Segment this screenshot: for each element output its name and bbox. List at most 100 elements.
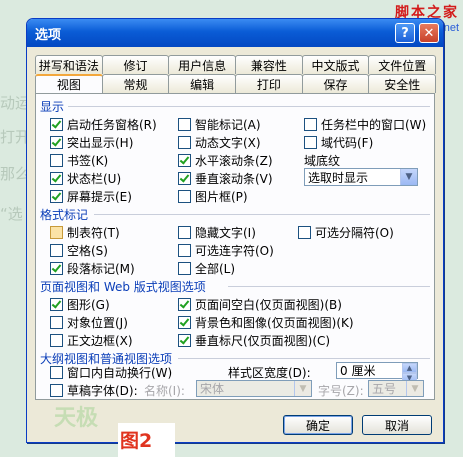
checkbox-label: 正文边框(X) bbox=[67, 334, 133, 348]
checkbox-box[interactable] bbox=[50, 172, 63, 185]
checkbox-label: 书签(K) bbox=[67, 154, 109, 168]
checkbox-label: 智能标记(A) bbox=[195, 118, 261, 132]
checkbox-picture-placeholders[interactable]: 图片框(P) bbox=[178, 188, 248, 205]
checkbox-box[interactable] bbox=[50, 136, 63, 149]
style-area-width-value: 0 厘米 bbox=[340, 364, 376, 378]
checkbox-box[interactable] bbox=[50, 118, 63, 131]
checkbox-box[interactable] bbox=[298, 226, 311, 239]
checkbox-horizontal-scrollbar[interactable]: 水平滚动条(Z) bbox=[178, 152, 273, 169]
checkbox-box[interactable] bbox=[178, 136, 191, 149]
checkbox-box[interactable] bbox=[178, 154, 191, 167]
chevron-down-icon[interactable]: ▼ bbox=[294, 381, 311, 396]
checkbox-windows-in-taskbar[interactable]: 任务栏中的窗口(W) bbox=[304, 116, 426, 133]
tab-general[interactable]: 常规 bbox=[101, 74, 170, 93]
font-size-select[interactable]: 五号 ▼ bbox=[368, 380, 424, 397]
checkbox-optional-hyphens[interactable]: 可选连字符(O) bbox=[178, 242, 274, 259]
ok-button[interactable]: 确定 bbox=[283, 415, 353, 435]
checkbox-box[interactable] bbox=[50, 262, 63, 275]
checkbox-box[interactable] bbox=[178, 244, 191, 257]
field-shading-value: 选取时显示 bbox=[308, 170, 369, 185]
checkbox-draft-font[interactable]: 草稿字体(D): bbox=[50, 382, 138, 399]
checkbox-box[interactable] bbox=[178, 298, 191, 311]
checkbox-label: 窗口内自动换行(W) bbox=[67, 366, 173, 380]
tab-revisions[interactable]: 修订 bbox=[101, 55, 170, 74]
checkbox-screen-tips[interactable]: 屏幕提示(E) bbox=[50, 188, 132, 205]
tab-chinese-layout[interactable]: 中文版式 bbox=[301, 55, 370, 74]
checkbox-label: 动态文字(X) bbox=[195, 136, 261, 150]
checkbox-box[interactable] bbox=[50, 154, 63, 167]
field-shading-label: 域底纹 bbox=[304, 154, 341, 168]
title-bar[interactable]: 选项 ? ✕ bbox=[27, 19, 443, 47]
show-separator bbox=[68, 106, 430, 107]
checkbox-smart-tags[interactable]: 智能标记(A) bbox=[178, 116, 261, 133]
checkbox-box[interactable] bbox=[50, 298, 63, 311]
checkbox-white-space-between-pages[interactable]: 页面间空白(仅页面视图)(B) bbox=[178, 296, 342, 313]
tab-file-locations[interactable]: 文件位置 bbox=[368, 55, 437, 74]
checkbox-optional-breaks[interactable]: 可选分隔符(O) bbox=[298, 224, 394, 241]
checkbox-box[interactable] bbox=[178, 262, 191, 275]
font-name-label: 名称(I): bbox=[144, 384, 185, 398]
checkbox-box[interactable] bbox=[50, 384, 63, 397]
font-name-value: 宋体 bbox=[200, 382, 225, 396]
checkbox-box[interactable] bbox=[178, 226, 191, 239]
chevron-down-icon[interactable]: ▼ bbox=[400, 169, 417, 185]
style-area-width-spinner[interactable]: ▲ ▼ bbox=[402, 363, 417, 383]
checkbox-startup-task-pane[interactable]: 启动任务窗格(R) bbox=[50, 116, 157, 133]
view-tab-panel: 显示 启动任务窗格(R) 突出显示(H) 书签(K) 状态栏(U) 屏幕提示(E… bbox=[35, 93, 435, 400]
checkbox-wrap-to-window[interactable]: 窗口内自动换行(W) bbox=[50, 364, 172, 381]
checkbox-box[interactable] bbox=[50, 244, 63, 257]
checkbox-field-codes[interactable]: 域代码(F) bbox=[304, 134, 373, 151]
tab-compatibility[interactable]: 兼容性 bbox=[235, 55, 303, 74]
checkbox-box[interactable] bbox=[178, 316, 191, 329]
checkbox-hidden-text[interactable]: 隐藏文字(I) bbox=[178, 224, 256, 241]
checkbox-drawings[interactable]: 图形(G) bbox=[50, 296, 110, 313]
layout-separator bbox=[228, 286, 430, 287]
checkbox-box[interactable] bbox=[304, 118, 317, 131]
font-size-value: 五号 bbox=[372, 382, 397, 396]
checkbox-box[interactable] bbox=[304, 136, 317, 149]
checkbox-box[interactable] bbox=[50, 334, 63, 347]
checkbox-label: 图形(G) bbox=[67, 298, 110, 312]
checkbox-status-bar[interactable]: 状态栏(U) bbox=[50, 170, 121, 187]
checkbox-bookmarks[interactable]: 书签(K) bbox=[50, 152, 108, 169]
checkbox-background-colors-images[interactable]: 背景色和图像(仅页面视图)(K) bbox=[178, 314, 354, 331]
style-area-width-input[interactable]: 0 厘米 ▲ ▼ bbox=[336, 362, 418, 383]
tab-spelling-grammar[interactable]: 拼写和语法 bbox=[35, 55, 103, 74]
checkbox-label: 空格(S) bbox=[67, 244, 108, 258]
tab-print[interactable]: 打印 bbox=[235, 74, 303, 93]
field-shading-select[interactable]: 选取时显示 ▼ bbox=[304, 168, 418, 186]
tab-view[interactable]: 视图 bbox=[35, 74, 103, 93]
checkbox-highlight[interactable]: 突出显示(H) bbox=[50, 134, 133, 151]
tab-user-info[interactable]: 用户信息 bbox=[168, 55, 237, 74]
tab-save[interactable]: 保存 bbox=[301, 74, 370, 93]
checkbox-spaces[interactable]: 空格(S) bbox=[50, 242, 108, 259]
checkbox-box[interactable] bbox=[178, 190, 191, 203]
checkbox-text-boundaries[interactable]: 正文边框(X) bbox=[50, 332, 133, 349]
checkbox-object-anchors[interactable]: 对象位置(J) bbox=[50, 314, 128, 331]
checkbox-box[interactable] bbox=[50, 190, 63, 203]
checkbox-tab-characters[interactable]: 制表符(T) bbox=[50, 224, 120, 241]
close-button[interactable]: ✕ bbox=[419, 23, 439, 43]
help-button[interactable]: ? bbox=[395, 23, 415, 43]
checkbox-label: 域代码(F) bbox=[321, 136, 374, 150]
checkbox-vertical-scrollbar[interactable]: 垂直滚动条(V) bbox=[178, 170, 273, 187]
checkbox-label: 水平滚动条(Z) bbox=[195, 154, 273, 168]
checkbox-box[interactable] bbox=[50, 366, 63, 379]
checkbox-box[interactable] bbox=[178, 172, 191, 185]
tab-edit[interactable]: 编辑 bbox=[168, 74, 237, 93]
tab-security[interactable]: 安全性 bbox=[368, 74, 437, 93]
checkbox-paragraph-marks[interactable]: 段落标记(M) bbox=[50, 260, 135, 277]
checkbox-box[interactable] bbox=[178, 118, 191, 131]
checkbox-box[interactable] bbox=[50, 226, 63, 239]
checkbox-box[interactable] bbox=[178, 334, 191, 347]
checkbox-box[interactable] bbox=[50, 316, 63, 329]
dialog-title: 选项 bbox=[35, 27, 62, 43]
checkbox-animated-text[interactable]: 动态文字(X) bbox=[178, 134, 261, 151]
font-name-select[interactable]: 宋体 ▼ bbox=[196, 380, 312, 397]
chevron-down-icon[interactable]: ▼ bbox=[406, 381, 423, 396]
cancel-button[interactable]: 取消 bbox=[362, 415, 432, 435]
checkbox-all-marks[interactable]: 全部(L) bbox=[178, 260, 235, 277]
spin-up-icon[interactable]: ▲ bbox=[402, 363, 417, 373]
checkbox-label: 任务栏中的窗口(W) bbox=[321, 118, 427, 132]
checkbox-vertical-ruler[interactable]: 垂直标尺(仅页面视图)(C) bbox=[178, 332, 330, 349]
